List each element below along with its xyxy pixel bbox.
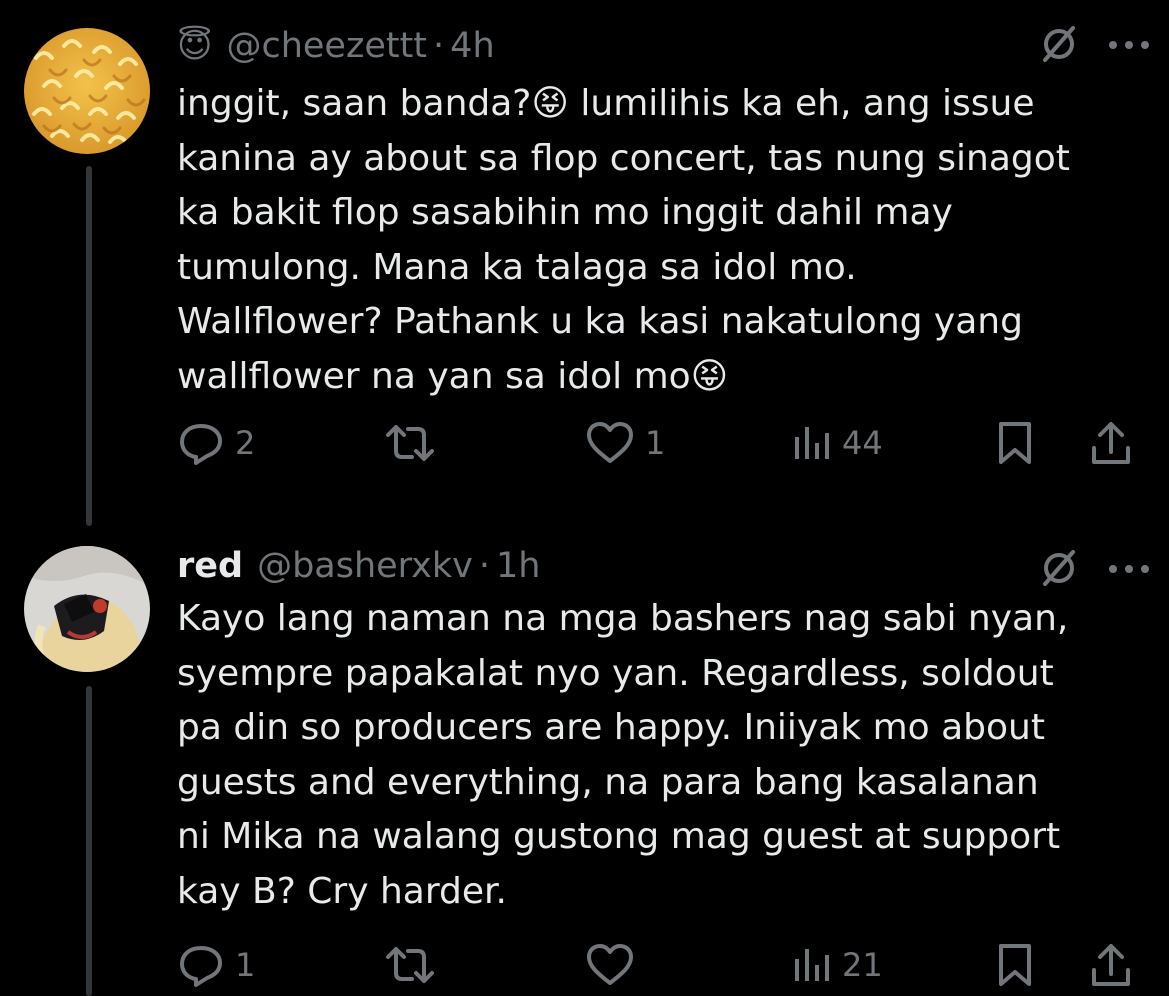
timestamp[interactable]: 4h — [450, 26, 494, 66]
bookmark-icon — [995, 420, 1035, 466]
reply-icon — [177, 421, 225, 465]
thread-line — [86, 686, 92, 996]
retweet-icon — [382, 943, 438, 987]
like-icon — [585, 421, 635, 465]
views-icon — [792, 945, 832, 985]
action-bar: 2 1 44 — [177, 418, 1137, 468]
like-count: 1 — [645, 424, 666, 462]
retweet-button[interactable] — [382, 418, 438, 468]
user-handle[interactable]: @cheezettt — [226, 26, 427, 66]
share-button[interactable] — [1089, 940, 1133, 990]
grok-icon[interactable] — [1037, 546, 1081, 594]
tweet-text: Kayo lang naman na mga bashers nag sabi … — [177, 598, 1069, 912]
share-button[interactable] — [1089, 418, 1133, 468]
tweet-header: red @basherxkv · 1h — [177, 536, 540, 596]
share-icon — [1089, 420, 1133, 466]
badge-emoji: 😇 — [177, 26, 213, 66]
bookmark-button[interactable] — [995, 418, 1035, 468]
separator-dot: · — [433, 26, 445, 66]
views-button[interactable]: 44 — [792, 418, 883, 468]
grok-icon[interactable] — [1037, 22, 1081, 70]
thread-line — [86, 166, 92, 526]
reply-button[interactable]: 1 — [177, 940, 255, 990]
reply-count: 1 — [235, 946, 256, 984]
reply-button[interactable]: 2 — [177, 418, 255, 468]
user-handle[interactable]: @basherxkv — [257, 546, 473, 586]
display-name[interactable]: red — [177, 546, 243, 586]
bookmark-icon — [995, 942, 1035, 988]
views-count: 44 — [842, 424, 883, 462]
like-button[interactable]: 1 — [585, 418, 665, 468]
like-icon — [585, 943, 635, 987]
views-icon — [792, 423, 832, 463]
retweet-icon — [382, 421, 438, 465]
action-bar: 1 21 — [177, 940, 1137, 990]
views-button[interactable]: 21 — [792, 940, 883, 990]
share-icon — [1089, 942, 1133, 988]
avatar[interactable] — [24, 28, 150, 154]
reply-icon — [177, 943, 225, 987]
avatar[interactable] — [24, 546, 150, 672]
separator-dot: · — [478, 546, 490, 586]
tweet-text: inggit, saan banda?😝 lumilihis ka eh, an… — [177, 83, 1070, 397]
timestamp[interactable]: 1h — [496, 546, 540, 586]
reply-count: 2 — [235, 424, 256, 462]
views-count: 21 — [842, 946, 883, 984]
more-icon[interactable] — [1107, 37, 1151, 56]
retweet-button[interactable] — [382, 940, 438, 990]
like-button[interactable] — [585, 940, 635, 990]
more-icon[interactable] — [1107, 561, 1151, 580]
bookmark-button[interactable] — [995, 940, 1035, 990]
tweet-header: 😇 @cheezettt · 4h — [177, 16, 495, 76]
